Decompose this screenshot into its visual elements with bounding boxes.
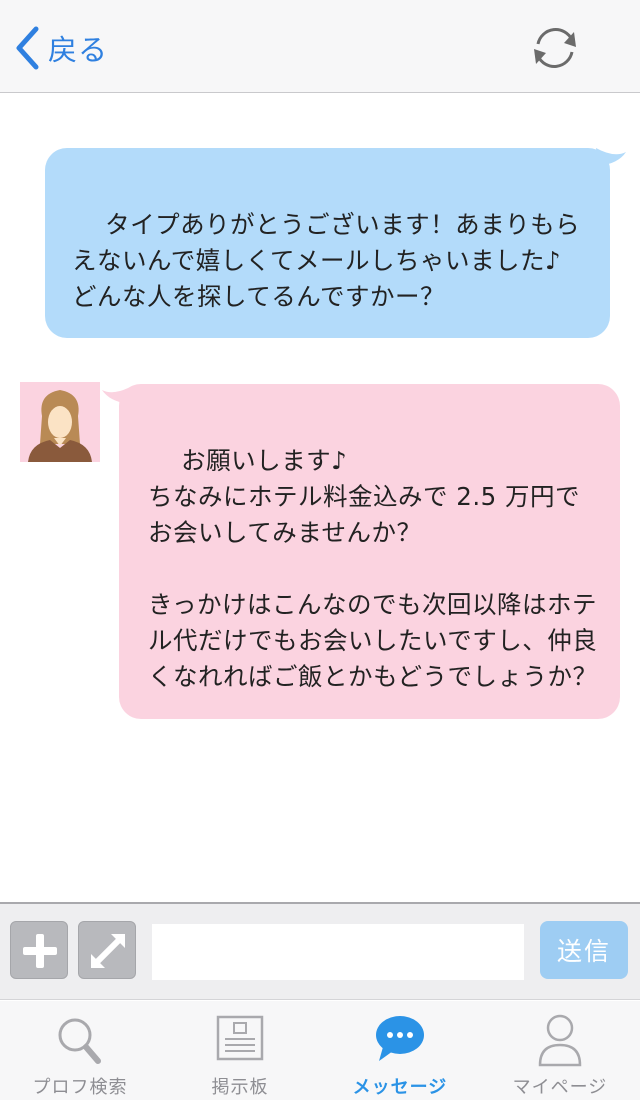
tab-messages[interactable]: メッセージ <box>320 1001 480 1100</box>
tab-bar: プロフ検索 掲示板 メッセージ マイページ <box>0 1001 640 1100</box>
navigation-bar: 戻る <box>0 0 640 93</box>
plus-icon <box>23 934 57 968</box>
message-thread: タイプありがとうございます！あまりもらえないんで嬉しくてメールしちゃいました♪ … <box>0 94 640 902</box>
incoming-message-bubble: お願いします♪ ちなみにホテル料金込みで 2.5 万円でお会いしてみませんか？ … <box>119 384 620 719</box>
bulletin-board-icon <box>216 1015 264 1061</box>
tab-label: プロフ検索 <box>32 1077 128 1098</box>
incoming-message-text: お願いします♪ ちなみにホテル料金込みで 2.5 万円でお会いしてみませんか？ … <box>148 446 598 691</box>
refresh-button[interactable] <box>526 20 584 76</box>
search-icon <box>58 1018 101 1064</box>
send-button[interactable]: 送信 <box>540 921 628 979</box>
outgoing-message-text: タイプありがとうございます！あまりもらえないんで嬉しくてメールしちゃいました♪ … <box>72 210 581 311</box>
tab-label: マイページ <box>512 1077 608 1098</box>
chevron-left-icon <box>16 26 39 70</box>
tab-label: 掲示板 <box>211 1077 269 1098</box>
person-icon <box>538 1014 582 1067</box>
back-label: 戻る <box>48 33 109 67</box>
tab-profile-search[interactable]: プロフ検索 <box>0 1001 160 1100</box>
chat-bubble-icon <box>376 1016 424 1061</box>
outgoing-message-bubble: タイプありがとうございます！あまりもらえないんで嬉しくてメールしちゃいました♪ … <box>45 148 610 338</box>
add-attachment-button[interactable] <box>10 921 68 979</box>
back-button[interactable]: 戻る <box>14 24 108 72</box>
refresh-icon <box>534 28 576 68</box>
avatar[interactable] <box>20 382 100 462</box>
tab-label: メッセージ <box>352 1077 448 1098</box>
expand-button[interactable] <box>78 921 136 979</box>
tab-my-page[interactable]: マイページ <box>480 1001 640 1100</box>
message-input-bar: 送信 <box>0 902 640 1000</box>
message-input[interactable] <box>152 924 524 980</box>
expand-icon <box>91 934 125 968</box>
tab-bulletin-board[interactable]: 掲示板 <box>160 1001 320 1100</box>
female-avatar-icon <box>20 382 100 462</box>
